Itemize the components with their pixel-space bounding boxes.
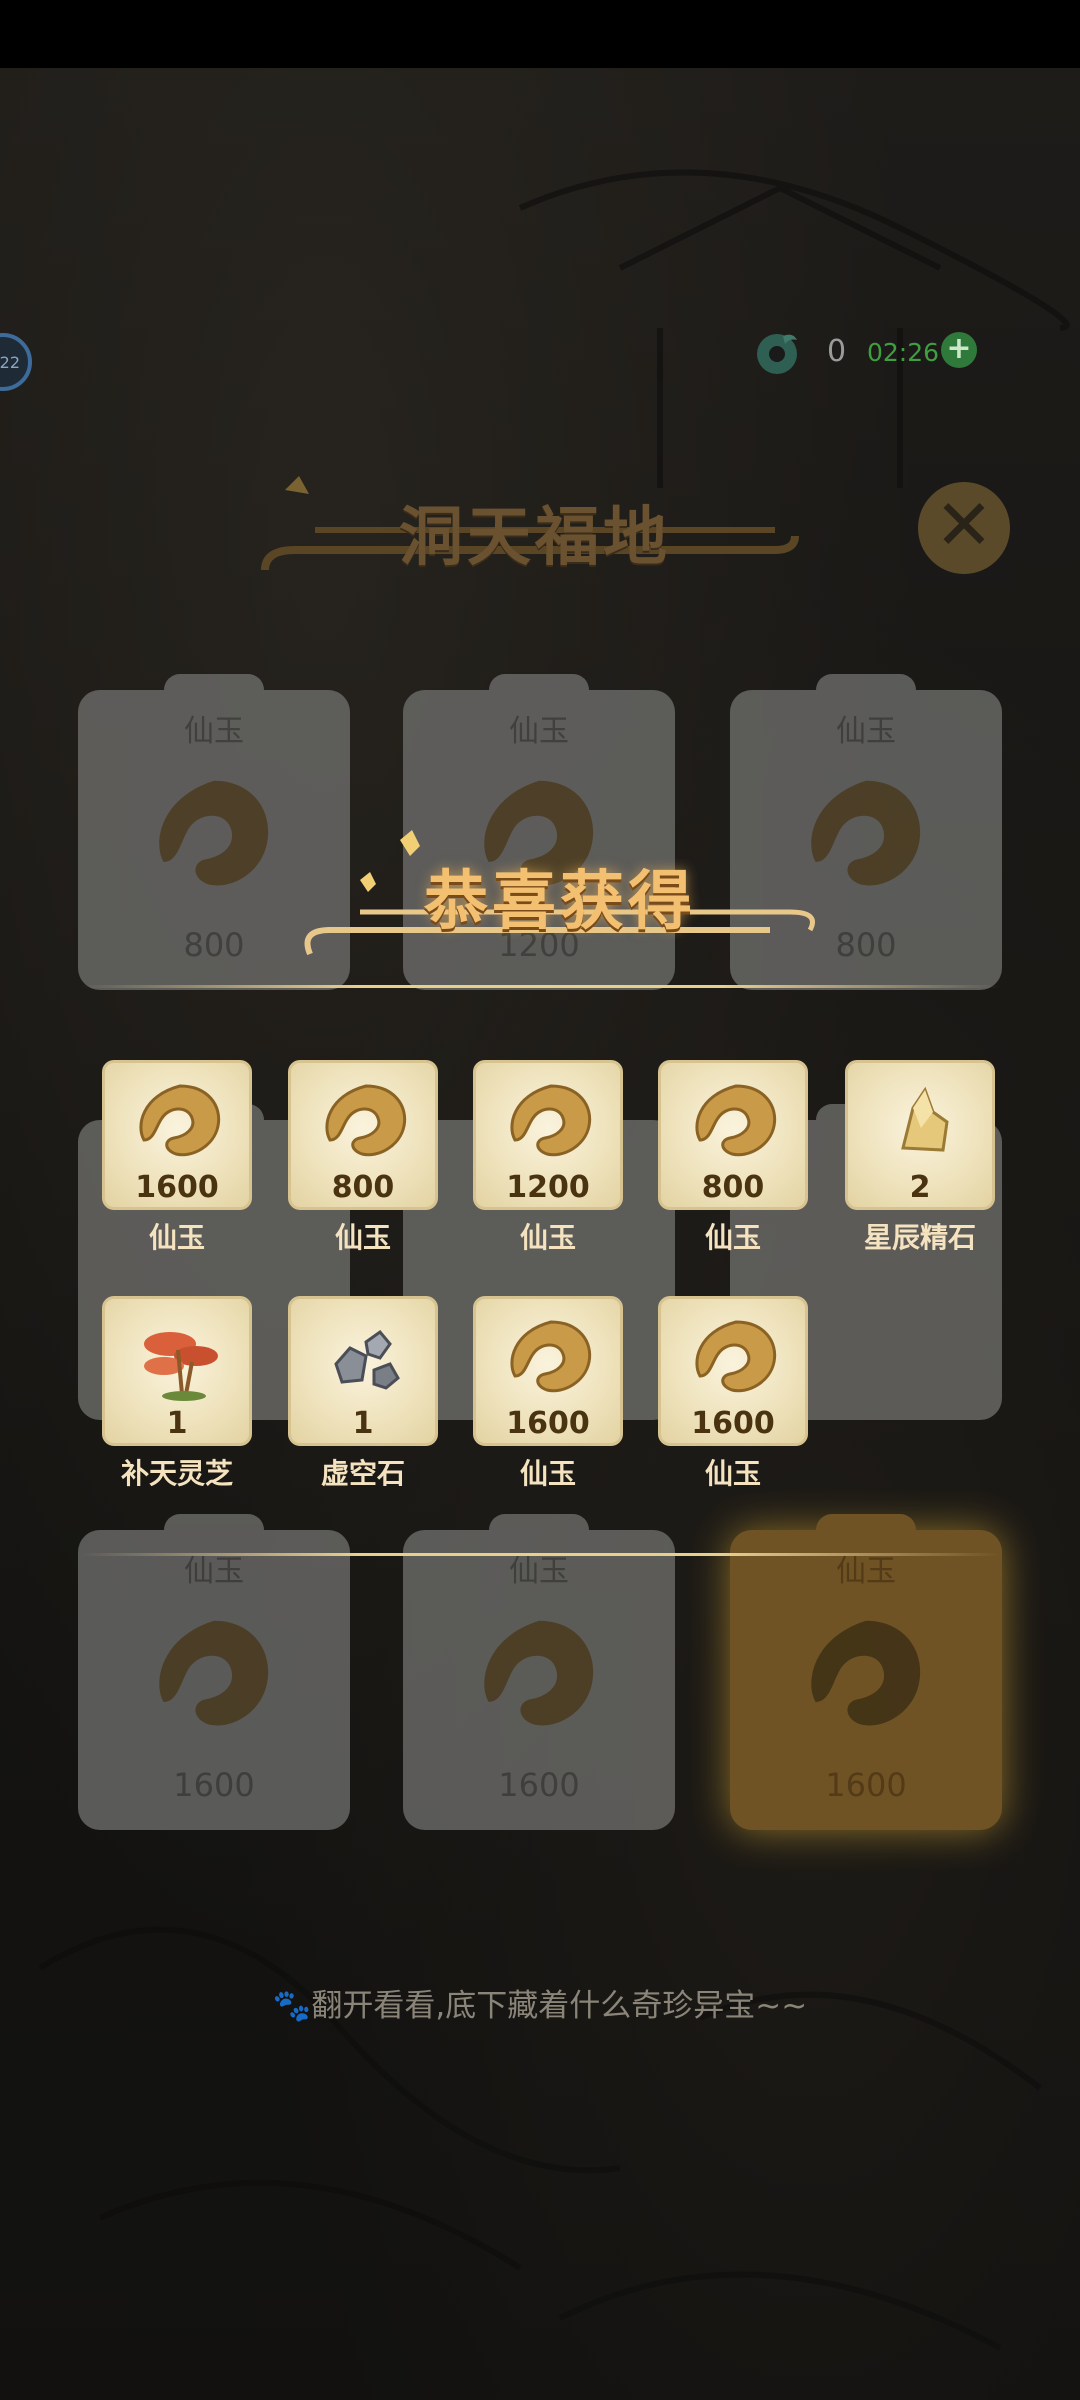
card-label: 仙玉 <box>184 714 244 749</box>
card-label: 仙玉 <box>509 714 569 749</box>
reward-name: 虚空石 <box>320 1457 405 1490</box>
divider-line <box>80 1553 1000 1556</box>
reward-quantity: 2 <box>909 1170 931 1205</box>
card-count: 1600 <box>498 1766 580 1804</box>
reward-name: 仙玉 <box>519 1221 576 1254</box>
reward-name: 仙玉 <box>704 1221 761 1254</box>
reward-name: 仙玉 <box>704 1457 761 1490</box>
card-label: 仙玉 <box>836 714 896 749</box>
close-button[interactable]: ✕ <box>918 482 1010 574</box>
jade-pendant-icon <box>159 780 269 886</box>
reward-name: 仙玉 <box>334 1221 391 1254</box>
jade-pendant-icon <box>139 1084 221 1157</box>
reward-tile: 1600 <box>102 1060 252 1210</box>
reward-item: 1600 仙玉 <box>102 1060 252 1256</box>
congrats-title: 恭喜获得 <box>424 864 696 939</box>
jade-pendant-icon <box>510 1084 592 1157</box>
reward-quantity: 800 <box>331 1170 395 1205</box>
reward-quantity: 1 <box>352 1406 374 1441</box>
reward-name: 补天灵芝 <box>120 1457 233 1490</box>
jade-currency-icon <box>757 334 797 374</box>
reward-quantity: 1600 <box>506 1406 590 1441</box>
reward-tile: 1600 <box>658 1296 808 1446</box>
reward-tile: 1 <box>288 1296 438 1446</box>
reward-tile: 800 <box>288 1060 438 1210</box>
hidden-card[interactable]: 仙玉 1600 <box>403 1514 675 1830</box>
reward-quantity: 800 <box>701 1170 765 1205</box>
reward-tile: 1200 <box>473 1060 623 1210</box>
hidden-card[interactable]: 仙玉 1600 <box>78 1514 350 1830</box>
jade-pendant-icon <box>510 1320 592 1393</box>
add-currency-button[interactable]: + <box>941 332 977 368</box>
dongtian-banner: 洞天福地 <box>255 470 815 590</box>
star-crystal-icon <box>901 1086 949 1152</box>
reward-name: 星辰精石 <box>863 1221 976 1254</box>
status-bar <box>0 0 1080 68</box>
void-stone-icon <box>334 1329 400 1390</box>
lingzhi-icon <box>144 1332 218 1401</box>
jade-pendant-icon <box>811 1620 921 1726</box>
dongtian-title: 洞天福地 <box>399 500 671 575</box>
reward-quantity: 1 <box>166 1406 188 1441</box>
card-count: 1600 <box>173 1766 255 1804</box>
hint-text: 🐾翻开看看,底下藏着什么奇珍异宝~~ <box>272 1988 808 2024</box>
reward-tile: 2 <box>845 1060 995 1210</box>
reward-item: 2 星辰精石 <box>845 1060 995 1256</box>
reward-item: 1 虚空石 <box>288 1296 438 1492</box>
jade-count: 0 <box>827 334 847 369</box>
reward-quantity: 1600 <box>135 1170 219 1205</box>
jade-pendant-icon <box>325 1084 407 1157</box>
reward-item: 1 补天灵芝 <box>102 1296 252 1492</box>
divider-line <box>80 985 1000 988</box>
reward-name: 仙玉 <box>148 1221 205 1254</box>
jade-pendant-icon <box>695 1084 777 1157</box>
jade-pendant-icon <box>695 1320 777 1393</box>
reward-item: 800 仙玉 <box>288 1060 438 1256</box>
card-count: 1600 <box>825 1766 907 1804</box>
jade-pendant-icon <box>159 1620 269 1726</box>
congrats-banner: 恭喜获得 <box>290 830 830 980</box>
reward-item: 1200 仙玉 <box>473 1060 623 1256</box>
jade-pendant-icon <box>484 1620 594 1726</box>
reward-item: 800 仙玉 <box>658 1060 808 1256</box>
reward-item: 1600 仙玉 <box>658 1296 808 1492</box>
selected-hidden-card[interactable]: 仙玉 1600 <box>730 1514 1002 1830</box>
currency-hud: 0 02:26 + <box>735 322 985 382</box>
level-number: 22 <box>0 352 20 372</box>
reward-quantity: 1600 <box>691 1406 775 1441</box>
reward-item: 1600 仙玉 <box>473 1296 623 1492</box>
reward-quantity: 1200 <box>506 1170 590 1205</box>
reward-tile: 1600 <box>473 1296 623 1446</box>
refresh-timer: 02:26 <box>867 338 940 367</box>
reward-tile: 800 <box>658 1060 808 1210</box>
reward-name: 仙玉 <box>519 1457 576 1490</box>
reward-tile: 1 <box>102 1296 252 1446</box>
